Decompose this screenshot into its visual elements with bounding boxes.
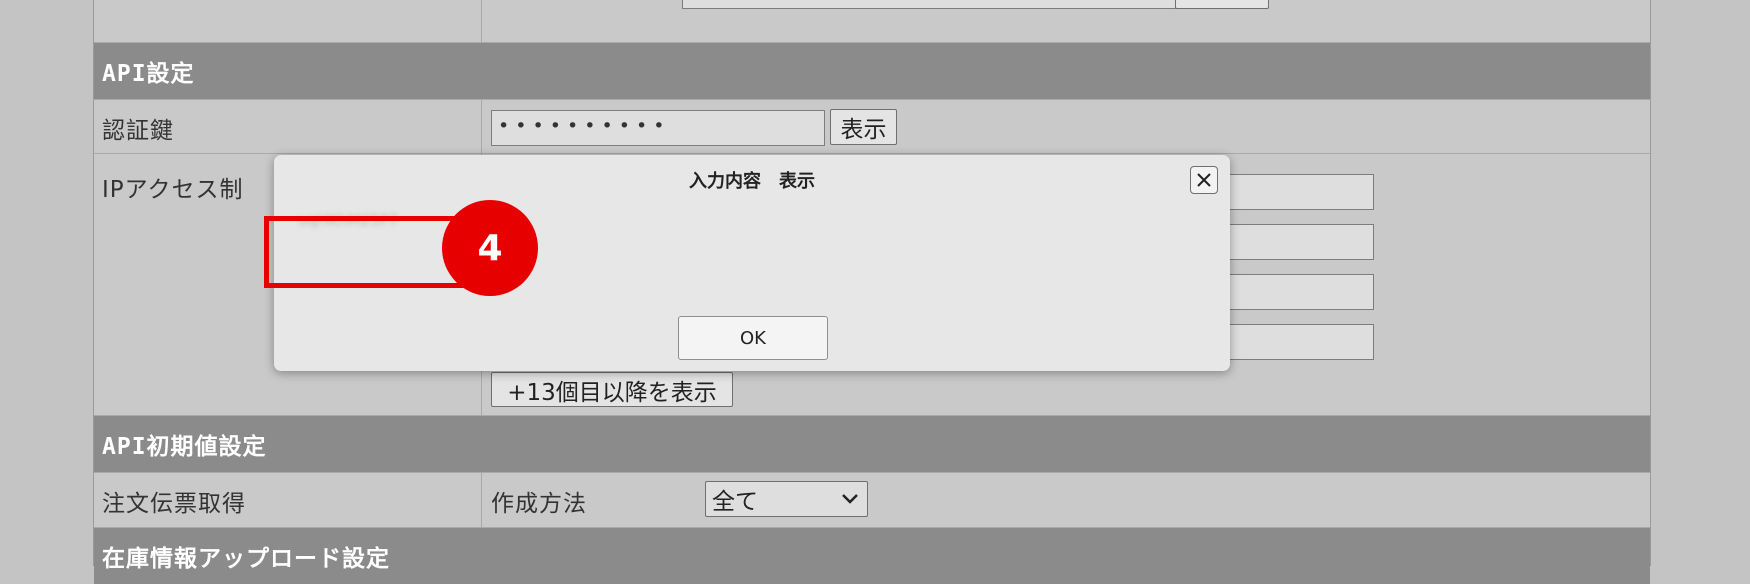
section-api-initial: API初期値設定 (94, 416, 1650, 472)
ok-button[interactable]: OK (678, 316, 828, 360)
chevron-down-icon (842, 494, 858, 504)
ip-field-3[interactable] (1212, 274, 1374, 310)
column-divider (481, 0, 482, 42)
create-method-select[interactable]: 全て (705, 481, 868, 517)
create-method-label: 作成方法 (491, 491, 587, 517)
section-api-settings: API設定 (94, 43, 1650, 99)
ip-field-2[interactable] (1212, 224, 1374, 260)
ip-access-label: IPアクセス制 (102, 177, 244, 203)
auth-key-label: 認証鍵 (102, 118, 174, 144)
order-fetch-label: 注文伝票取得 (102, 491, 246, 517)
auth-key-masked-value: • • • • • • • • • • (498, 115, 665, 137)
step-badge: 4 (442, 200, 538, 296)
top-field[interactable] (682, 0, 1242, 9)
dialog-title: 入力内容 表示 (689, 171, 815, 192)
highlight-box (264, 216, 472, 288)
top-button[interactable] (1175, 0, 1269, 9)
close-icon (1197, 173, 1211, 187)
auth-key-input[interactable]: • • • • • • • • • • (491, 110, 825, 146)
ip-field-4[interactable] (1212, 324, 1374, 360)
section-inventory-upload: 在庫情報アップロード設定 (94, 528, 1650, 584)
dialog-close-button[interactable] (1190, 166, 1218, 194)
ip-field-1[interactable] (1212, 174, 1374, 210)
show-more-ip-button[interactable]: +13個目以降を表示 (491, 372, 733, 407)
show-auth-key-button[interactable]: 表示 (830, 109, 897, 145)
